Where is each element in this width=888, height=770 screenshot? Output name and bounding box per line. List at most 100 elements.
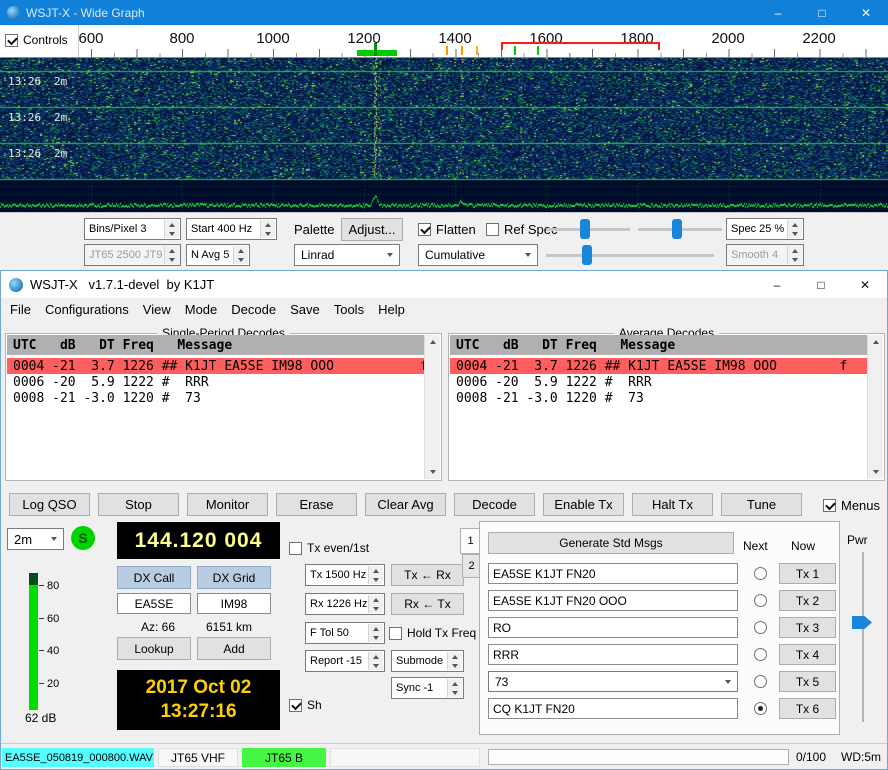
menu-tools[interactable]: Tools	[327, 302, 371, 317]
report-spinbox[interactable]: Report -15	[305, 650, 385, 672]
tx4-button[interactable]: Tx 4	[779, 644, 836, 665]
rx-freq-marker[interactable]	[357, 50, 397, 56]
next-radio-5[interactable]	[754, 675, 767, 688]
minimize-icon[interactable]: –	[756, 0, 800, 25]
tx2-button[interactable]: Tx 2	[779, 590, 836, 611]
spin-down-icon[interactable]	[788, 255, 802, 264]
menus-checkbox[interactable]: Menus	[823, 498, 880, 513]
n-avg-spinbox[interactable]: N Avg 5	[186, 244, 250, 266]
spin-up-icon[interactable]	[369, 566, 383, 575]
spin-up-icon[interactable]	[234, 246, 248, 255]
controls-checkbox[interactable]: Controls	[5, 33, 68, 47]
dx-grid-button[interactable]: DX Grid	[197, 566, 271, 589]
minimize-icon[interactable]: –	[755, 271, 799, 298]
tx3-button[interactable]: Tx 3	[779, 617, 836, 638]
spin-up-icon[interactable]	[369, 652, 383, 661]
menu-mode[interactable]: Mode	[178, 302, 225, 317]
slider-handle[interactable]	[672, 219, 682, 239]
next-radio-2[interactable]	[754, 594, 767, 607]
decode-row[interactable]: 0006 -20 5.9 1222 # RRR	[450, 374, 867, 390]
spin-down-icon[interactable]	[369, 604, 383, 613]
spectrum-gain-slider[interactable]	[546, 244, 714, 266]
halt-tx-button[interactable]: Halt Tx	[632, 493, 713, 516]
spin-up-icon[interactable]	[369, 595, 383, 604]
erase-button[interactable]: Erase	[276, 493, 357, 516]
spin-down-icon[interactable]	[165, 229, 179, 238]
rig-status-indicator[interactable]: S	[71, 526, 95, 550]
add-button[interactable]: Add	[197, 637, 271, 660]
maximize-icon[interactable]: □	[800, 0, 844, 25]
menu-decode[interactable]: Decode	[224, 302, 283, 317]
scroll-up-icon[interactable]	[425, 335, 440, 349]
slider-handle[interactable]	[580, 219, 590, 239]
tx6-button[interactable]: Tx 6	[779, 698, 836, 719]
spin-down-icon[interactable]	[448, 688, 462, 697]
slider-handle[interactable]	[582, 245, 592, 265]
smooth-spinbox[interactable]: Smooth 4	[726, 244, 804, 266]
dx-grid-field[interactable]: IM98	[197, 593, 271, 614]
pwr-slider-handle[interactable]	[852, 616, 872, 629]
spin-down-icon[interactable]	[165, 255, 179, 264]
tx-message-field-6[interactable]: CQ K1JT FN20	[488, 698, 738, 719]
clear-avg-button[interactable]: Clear Avg	[365, 493, 446, 516]
scrollbar[interactable]	[424, 335, 440, 479]
spin-up-icon[interactable]	[369, 624, 383, 633]
next-radio-3[interactable]	[754, 621, 767, 634]
generate-std-msgs-button[interactable]: Generate Std Msgs	[488, 532, 734, 554]
spin-down-icon[interactable]	[234, 255, 248, 264]
tx-message-field-1[interactable]: EA5SE K1JT FN20	[488, 563, 738, 584]
monitor-button[interactable]: Monitor	[187, 493, 268, 516]
start-freq-spinbox[interactable]: Start 400 Hz	[186, 218, 277, 240]
spin-down-icon[interactable]	[369, 661, 383, 670]
waterfall-display[interactable]	[0, 58, 888, 212]
tx-even-checkbox[interactable]: Tx even/1st	[289, 541, 369, 555]
menu-view[interactable]: View	[136, 302, 178, 317]
dx-call-button[interactable]: DX Call	[117, 566, 191, 589]
log-qso-button[interactable]: Log QSO	[9, 493, 90, 516]
spin-down-icon[interactable]	[448, 661, 462, 670]
tx-range-marker[interactable]	[501, 42, 660, 50]
rx-from-tx-button[interactable]: Rx ← Tx	[391, 593, 464, 615]
tune-button[interactable]: Tune	[721, 493, 802, 516]
main-titlebar[interactable]: WSJT-X v1.7.1-devel by K1JT – □ ✕	[1, 271, 887, 298]
spin-up-icon[interactable]	[165, 220, 179, 229]
close-icon[interactable]: ✕	[844, 0, 888, 25]
spin-up-icon[interactable]	[448, 652, 462, 661]
decode-row[interactable]: 0004 -21 3.7 1226 ## K1JT EA5SE IM98 OOO…	[450, 358, 867, 374]
lookup-button[interactable]: Lookup	[117, 637, 191, 660]
spin-up-icon[interactable]	[788, 246, 802, 255]
menu-file[interactable]: File	[3, 302, 38, 317]
band-combobox[interactable]: 2m	[7, 528, 64, 550]
tx-message-field-3[interactable]: RO	[488, 617, 738, 638]
next-radio-6[interactable]	[754, 702, 767, 715]
scroll-up-icon[interactable]	[868, 335, 883, 349]
adjust-button[interactable]: Adjust...	[341, 218, 403, 241]
stop-button[interactable]: Stop	[98, 493, 179, 516]
tx-message-field-2[interactable]: EA5SE K1JT FN20 OOO	[488, 590, 738, 611]
decode-row[interactable]: 0004 -21 3.7 1226 ## K1JT EA5SE IM98 OOO…	[7, 358, 424, 374]
spin-up-icon[interactable]	[788, 220, 802, 229]
menu-save[interactable]: Save	[283, 302, 327, 317]
f-tol-spinbox[interactable]: F Tol 50	[305, 622, 385, 644]
palette-combobox[interactable]: Linrad	[294, 244, 400, 266]
hold-tx-freq-checkbox[interactable]: Hold Tx Freq	[389, 626, 476, 640]
decode-row[interactable]: 0006 -20 5.9 1222 # RRR	[7, 374, 424, 390]
tx-from-rx-button[interactable]: Tx ← Rx	[391, 564, 464, 586]
tx-message-combobox-5[interactable]: 73	[488, 671, 738, 692]
tx-message-field-4[interactable]: RRR	[488, 644, 738, 665]
tx1-button[interactable]: Tx 1	[779, 563, 836, 584]
rx-freq-spinbox[interactable]: Rx 1226 Hz	[305, 593, 385, 615]
scroll-down-icon[interactable]	[425, 465, 440, 479]
spin-down-icon[interactable]	[369, 575, 383, 584]
spin-down-icon[interactable]	[369, 633, 383, 642]
spin-up-icon[interactable]	[448, 679, 462, 688]
spin-down-icon[interactable]	[261, 229, 275, 238]
maximize-icon[interactable]: □	[799, 271, 843, 298]
menu-configurations[interactable]: Configurations	[38, 302, 136, 317]
messages-tab-1[interactable]: 1	[460, 528, 480, 554]
jt65-jt9-split-spinbox[interactable]: JT65 2500 JT9	[84, 244, 181, 266]
wide-graph-titlebar[interactable]: WSJT-X - Wide Graph – □ ✕	[0, 0, 888, 25]
waterfall-zero-slider[interactable]	[638, 218, 722, 240]
sync-spinbox[interactable]: Sync -1	[391, 677, 464, 699]
spin-down-icon[interactable]	[788, 229, 802, 238]
